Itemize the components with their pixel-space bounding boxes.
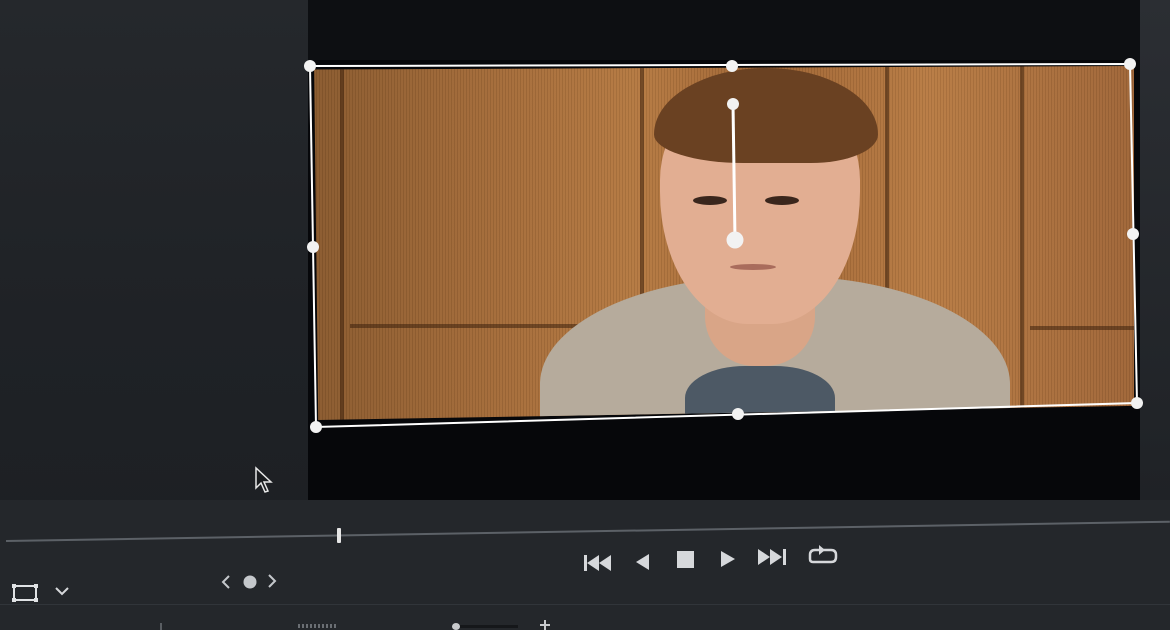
chevron-right-icon[interactable] — [265, 572, 279, 590]
anchor-point-handle — [726, 231, 744, 249]
zoom-ruler — [298, 624, 336, 628]
stop-icon[interactable] — [675, 549, 697, 571]
transform-rect-icon[interactable] — [10, 582, 40, 604]
corner-handle-bottom-left — [310, 421, 322, 433]
loop-icon[interactable] — [807, 543, 839, 567]
mouse-cursor-icon — [255, 466, 273, 493]
timeline-tick — [160, 623, 162, 630]
transform-bounding-box — [308, 62, 1139, 429]
corner-handle-bottom-right — [1131, 397, 1143, 409]
play-icon[interactable] — [718, 548, 738, 570]
rotation-handle — [727, 98, 739, 110]
zoom-slider-knob[interactable] — [452, 623, 460, 630]
zoom-slider-track[interactable] — [460, 625, 518, 628]
skip-to-end-icon[interactable] — [756, 546, 788, 568]
edge-handle-top — [726, 60, 738, 72]
edge-handle-bottom — [732, 408, 744, 420]
corner-handle-top-left — [304, 60, 316, 72]
chevron-left-icon[interactable] — [219, 573, 233, 591]
edge-handle-right — [1127, 228, 1139, 240]
skip-to-start-icon[interactable] — [582, 552, 614, 574]
playhead-handle[interactable] — [337, 528, 341, 543]
edge-handle-left — [307, 241, 319, 253]
rotation-handle-line — [731, 103, 737, 241]
plus-icon[interactable] — [538, 619, 552, 630]
play-reverse-icon[interactable] — [633, 551, 653, 573]
corner-handle-top-right — [1124, 58, 1136, 70]
keyframe-dot-icon[interactable] — [240, 572, 260, 592]
toolbar-divider — [0, 604, 1170, 605]
chevron-down-icon[interactable] — [54, 584, 70, 598]
